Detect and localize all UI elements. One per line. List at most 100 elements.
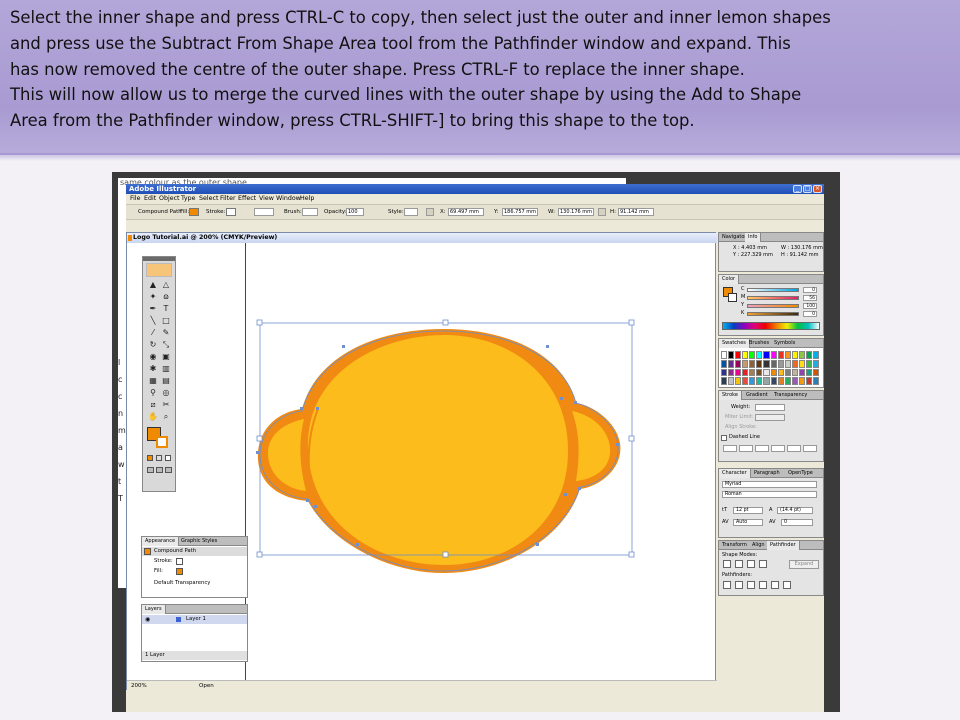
color-swatch[interactable] xyxy=(770,368,777,377)
tab-brushes[interactable]: Brushes xyxy=(746,339,772,348)
screen-mode-full-no-menu-button[interactable] xyxy=(165,467,172,473)
color-swatch[interactable] xyxy=(749,359,756,368)
direct-selection-tool-icon[interactable]: △ xyxy=(160,279,172,290)
gap-field-3[interactable] xyxy=(803,445,817,452)
dash-field-2[interactable] xyxy=(755,445,769,452)
appearance-transparency-row[interactable]: Default Transparency xyxy=(142,579,247,588)
color-swatch[interactable] xyxy=(735,359,742,368)
menu-type[interactable]: Type xyxy=(181,194,195,204)
opacity-field[interactable]: 100 xyxy=(346,208,364,216)
w-field[interactable]: 130.176 mm xyxy=(558,208,594,216)
color-swatch[interactable] xyxy=(756,377,763,385)
tab-appearance[interactable]: Appearance xyxy=(142,537,180,546)
color-swatch[interactable] xyxy=(749,368,756,377)
maximize-button[interactable]: □ xyxy=(803,185,812,193)
artwork-canvas[interactable] xyxy=(246,243,716,679)
tab-graphic-styles[interactable]: Graphic Styles xyxy=(178,537,220,546)
color-swatch[interactable] xyxy=(791,351,798,359)
color-swatch[interactable] xyxy=(798,359,805,368)
slice-tool-icon[interactable]: ⧄ xyxy=(147,399,159,410)
pencil-tool-icon[interactable]: ✎ xyxy=(160,327,172,338)
selection-tool-icon[interactable]: ▲ xyxy=(147,279,159,290)
minimize-button[interactable]: _ xyxy=(793,185,802,193)
rectangle-tool-icon[interactable]: □ xyxy=(160,315,172,326)
graph-tool-icon[interactable]: ▥ xyxy=(160,363,172,374)
minus-back-icon[interactable] xyxy=(783,581,791,589)
eyedropper-tool-icon[interactable]: ⚲ xyxy=(147,387,159,398)
color-swatch[interactable] xyxy=(763,359,770,368)
subtract-from-shape-area-icon[interactable] xyxy=(735,560,743,568)
menu-view[interactable]: View xyxy=(259,194,274,204)
color-swatch[interactable] xyxy=(805,359,812,368)
menu-edit[interactable]: Edit xyxy=(144,194,156,204)
color-swatch[interactable] xyxy=(728,368,735,377)
color-spectrum-bar[interactable] xyxy=(722,322,820,330)
none-mode-button[interactable] xyxy=(165,455,171,461)
channel-y-value[interactable]: 100 xyxy=(803,303,817,309)
screen-mode-normal-button[interactable] xyxy=(147,467,154,473)
gap-field-1[interactable] xyxy=(739,445,753,452)
y-field[interactable]: 186.757 mm xyxy=(502,208,538,216)
color-swatch[interactable] xyxy=(812,377,819,385)
appearance-object-row[interactable]: Compound Path xyxy=(142,547,247,556)
tab-paragraph[interactable]: Paragraph xyxy=(751,469,783,478)
tab-layers[interactable]: Layers xyxy=(142,605,166,614)
color-swatch[interactable] xyxy=(735,368,742,377)
color-swatch[interactable] xyxy=(756,351,763,359)
tab-opentype[interactable]: OpenType xyxy=(785,469,816,478)
color-swatch[interactable] xyxy=(805,351,812,359)
tab-color[interactable]: Color xyxy=(719,275,740,284)
stroke-swatch[interactable] xyxy=(226,208,236,216)
stroke-weight-field[interactable] xyxy=(254,208,274,216)
reference-point-icon[interactable] xyxy=(426,208,434,216)
color-swatch[interactable] xyxy=(777,359,784,368)
color-swatch[interactable] xyxy=(756,368,763,377)
tracking-field[interactable]: 0 xyxy=(781,519,813,526)
channel-c-value[interactable]: 0 xyxy=(803,287,817,293)
scissors-tool-icon[interactable]: ✂ xyxy=(160,399,172,410)
tab-stroke[interactable]: Stroke xyxy=(719,391,742,400)
menu-effect[interactable]: Effect xyxy=(238,194,256,204)
style-field[interactable] xyxy=(404,208,418,216)
type-tool-icon[interactable]: T xyxy=(160,303,172,314)
zoom-level[interactable]: 200% xyxy=(131,681,147,691)
appearance-fill-row[interactable]: Fill: xyxy=(142,567,247,576)
channel-m-value[interactable]: 56 xyxy=(803,295,817,301)
swatch-grid[interactable] xyxy=(721,351,819,385)
intersect-shape-areas-icon[interactable] xyxy=(747,560,755,568)
color-swatch[interactable] xyxy=(791,359,798,368)
color-swatch[interactable] xyxy=(763,377,770,385)
color-swatch[interactable] xyxy=(770,351,777,359)
color-swatch[interactable] xyxy=(812,368,819,377)
channel-c-slider[interactable] xyxy=(747,288,799,292)
color-swatch[interactable] xyxy=(812,359,819,368)
dash-field-3[interactable] xyxy=(787,445,801,452)
pen-tool-icon[interactable]: ✒ xyxy=(147,303,159,314)
mesh-tool-icon[interactable]: ▦ xyxy=(147,375,159,386)
tab-align[interactable]: Align xyxy=(749,541,768,550)
channel-k-value[interactable]: 0 xyxy=(803,311,817,317)
eye-icon[interactable]: ◉ xyxy=(145,615,150,624)
tab-gradient[interactable]: Gradient xyxy=(743,391,771,400)
color-swatch[interactable] xyxy=(777,377,784,385)
color-swatch[interactable] xyxy=(791,368,798,377)
color-swatch[interactable] xyxy=(777,351,784,359)
color-swatch[interactable] xyxy=(770,377,777,385)
free-transform-tool-icon[interactable]: ▣ xyxy=(160,351,172,362)
appearance-stroke-row[interactable]: Stroke: xyxy=(142,557,247,566)
color-swatch[interactable] xyxy=(728,351,735,359)
miter-limit-field[interactable] xyxy=(755,414,785,421)
dashed-line-checkbox[interactable] xyxy=(721,435,727,441)
color-swatch[interactable] xyxy=(770,359,777,368)
outline-icon[interactable] xyxy=(771,581,779,589)
channel-k-slider[interactable] xyxy=(747,312,799,316)
add-to-shape-area-icon[interactable] xyxy=(723,560,731,568)
color-stroke-box[interactable] xyxy=(728,293,737,302)
color-swatch[interactable] xyxy=(756,359,763,368)
color-swatch[interactable] xyxy=(763,368,770,377)
paintbrush-tool-icon[interactable]: ⁄ xyxy=(147,327,159,338)
expand-button[interactable]: Expand xyxy=(789,560,819,569)
fill-swatch[interactable] xyxy=(189,208,199,216)
scale-tool-icon[interactable]: ⤡ xyxy=(160,339,172,350)
gradient-mode-button[interactable] xyxy=(156,455,162,461)
